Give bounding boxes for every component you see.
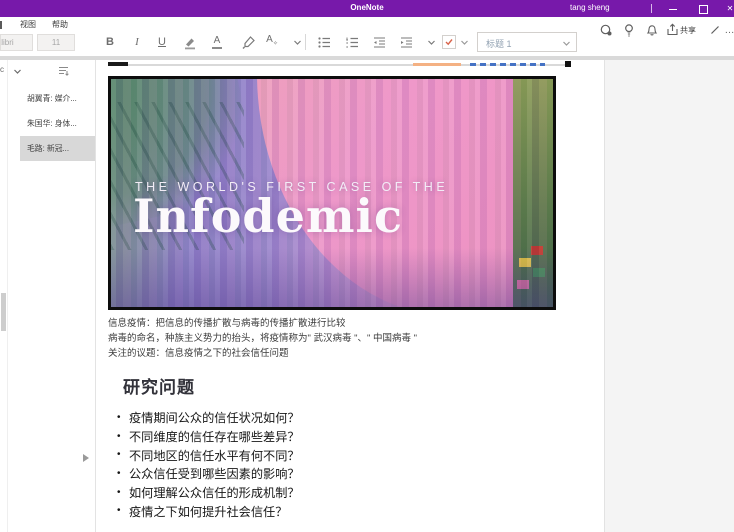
formatting-more-chevron[interactable] [287,32,307,52]
lightbulb-icon [622,23,636,37]
clear-formatting-icon: A✧ [266,35,278,49]
question-item[interactable]: • 疫情之下如何提升社会信任？ [117,501,537,520]
diagonal-arrow-icon [709,24,721,36]
image-title-text: Infodemic [133,189,403,243]
chevron-down-icon [427,38,436,47]
font-color-button[interactable]: A [207,32,227,52]
todo-checkbox-icon [442,35,456,49]
section-heading[interactable]: 研究问题 [123,373,195,398]
sidebar-page-item-selected[interactable]: 毛路: 新冠... [20,136,95,161]
question-text: 如何理解公众信任的形成机制？ [129,483,300,501]
app-title: OneNote [350,3,383,12]
sidebar-scrollbar-thumb[interactable] [1,293,6,331]
decrease-indent-button[interactable] [369,32,389,52]
question-list: • 疫情期间公众的信任状况如何？ • 不同维度的信任存在哪些差异？ • 不同地区… [117,408,537,520]
close-button[interactable]: ✕ [719,0,734,17]
italic-button[interactable]: I [127,32,147,52]
more-options-button[interactable]: … [722,22,734,38]
style-name: 标题 1 [486,37,512,50]
highlighter-icon [182,35,197,50]
menu-view[interactable]: 视图 [20,19,36,30]
question-item[interactable]: • 不同维度的信任存在哪些差异？ [117,427,537,446]
notifications-button[interactable] [644,22,660,38]
bullet-marker: • [117,487,129,498]
image-bottom-shade [111,248,553,307]
clipped-menu-item [0,21,2,29]
chevron-down-icon [293,38,302,47]
ideas-button[interactable] [621,22,637,38]
clipped-line-cap [565,61,571,67]
right-background-panel [604,60,734,532]
decrease-indent-icon [372,35,387,50]
question-text: 不同地区的信任水平有何不同？ [129,446,300,464]
signed-in-user[interactable]: tang sheng [570,3,610,12]
infodemic-image[interactable]: THE WORLD'S FIRST CASE OF THE Infodemic [108,76,556,310]
bullet-list-icon [317,35,332,50]
question-text: 不同维度的信任存在哪些差异？ [129,427,300,445]
minimize-button[interactable] [662,0,684,17]
font-name-value: Calibri [0,38,14,47]
question-item[interactable]: • 公众信任受到哪些因素的影响？ [117,464,537,483]
share-button[interactable]: 共享 [666,22,702,38]
question-text: 疫情之下如何提升社会信任？ [129,502,287,520]
sync-status-button[interactable] [598,22,614,38]
question-item[interactable]: • 如何理解公众信任的形成机制？ [117,483,537,502]
bullet-marker: • [117,412,129,423]
note-line[interactable]: 关注的议题：信息疫情之下的社会信任问题 [108,345,578,359]
clipped-link-segment [470,63,545,66]
titlebar: OneNote tang sheng ✕ [0,0,734,17]
highlighter-button[interactable] [179,32,199,52]
font-name-box[interactable]: Calibri [0,34,33,51]
sync-status-icon [599,23,613,37]
menu-help[interactable]: 帮助 [52,19,68,30]
page-canvas[interactable]: THE WORLD'S FIRST CASE OF THE Infodemic … [96,60,604,532]
titlebar-divider [651,4,652,13]
sidebar-page-item[interactable]: 朱国华: 身体... [8,111,95,136]
clipped-line-thumb[interactable] [108,62,128,66]
bullet-marker: • [117,449,129,460]
bullet-marker: • [117,505,129,516]
font-size-box[interactable]: 11 [37,34,75,51]
increase-indent-icon [399,35,414,50]
share-icon [666,23,679,36]
style-dropdown[interactable]: 标题 1 [477,32,577,52]
notebook-chevron-icon[interactable] [13,67,22,76]
clipped-highlight-segment [413,63,461,66]
bullet-marker: • [117,468,129,479]
clipped-notebook-label: c [0,65,7,74]
bullet-marker: • [117,431,129,442]
bold-button[interactable]: B [100,32,120,52]
format-painter-button[interactable] [238,32,258,52]
titlebar-actions: 共享 … [590,22,734,38]
main-area: c 胡翼青: 媒介... 朱国华: 身体... 毛路: 新冠... [0,60,734,532]
note-line[interactable]: 病毒的命名，种族主义势力的抬头，将疫情称为" 武汉病毒 "、" 中国病毒 " [108,330,578,344]
question-text: 疫情期间公众的信任状况如何？ [129,408,300,426]
question-item[interactable]: • 不同地区的信任水平有何不同？ [117,445,537,464]
restore-button[interactable] [692,0,714,17]
bullet-list-button[interactable] [314,32,334,52]
format-painter-icon [241,35,256,50]
share-label: 共享 [680,25,696,36]
numbered-list-icon [345,35,360,50]
bell-icon [645,23,659,37]
numbered-list-button[interactable] [342,32,362,52]
underline-button[interactable]: U [152,32,172,52]
chevron-down-icon [562,39,571,48]
pages-sidebar: c 胡翼青: 媒介... 朱国华: 身体... 毛路: 新冠... [0,60,95,532]
full-screen-button[interactable] [707,22,723,38]
clear-formatting-button[interactable]: A✧ [262,32,282,52]
toolbar-separator [305,34,306,50]
todo-tag-button[interactable] [440,32,472,52]
question-text: 公众信任受到哪些因素的影响？ [129,464,300,482]
question-item[interactable]: • 疫情期间公众的信任状况如何？ [117,408,537,427]
lists-more-chevron[interactable] [421,32,441,52]
note-line[interactable]: 信息疫情：把信息的传播扩散与病毒的传播扩散进行比较 [108,315,578,329]
expand-pane-arrow[interactable] [83,454,89,462]
chevron-down-icon [460,38,469,47]
font-color-icon: A [212,36,222,49]
sidebar-page-item[interactable]: 胡翼青: 媒介... [8,86,95,111]
increase-indent-button[interactable] [396,32,416,52]
onenote-window: OneNote tang sheng ✕ 视图 帮助 Calibri 11 B … [0,0,734,532]
sort-pages-icon[interactable] [56,64,70,78]
